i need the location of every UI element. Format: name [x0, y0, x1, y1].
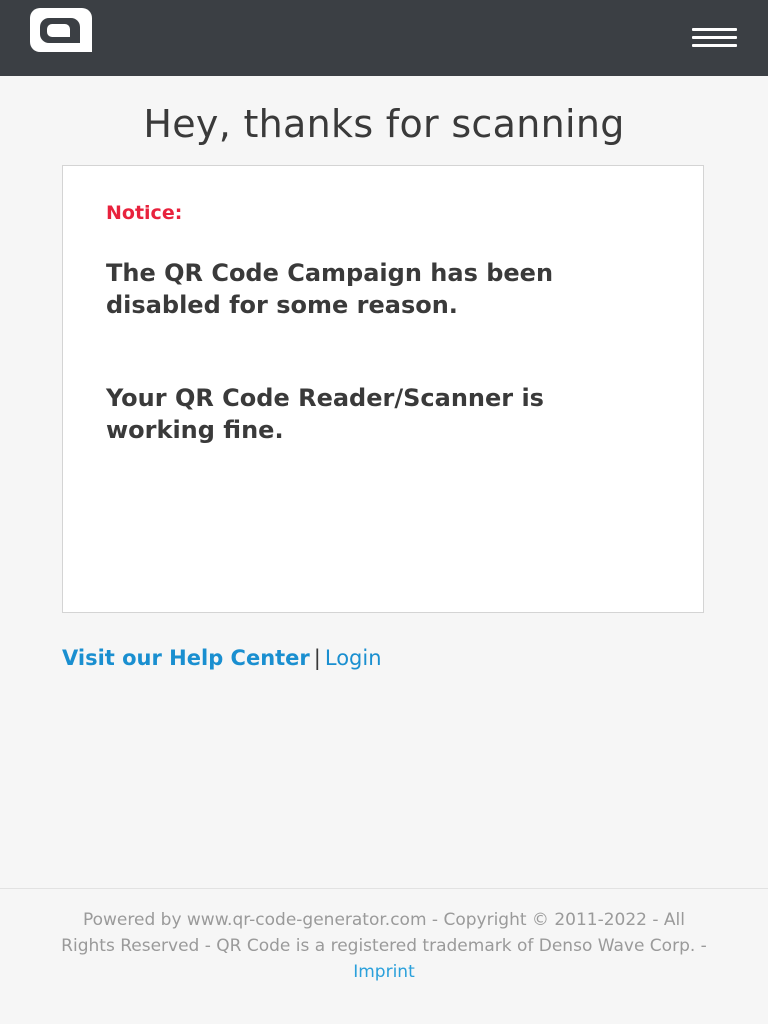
scanner-working-message: Your QR Code Reader/Scanner is working f…: [106, 384, 544, 444]
footer-divider: [0, 888, 768, 889]
menu-line: [692, 44, 737, 47]
notice-card: Notice: The QR Code Campaign has been di…: [62, 165, 704, 613]
help-links: Visit our Help Center | Login: [62, 646, 382, 670]
link-separator: |: [313, 646, 321, 670]
imprint-link[interactable]: Imprint: [353, 962, 415, 982]
campaign-disabled-message: The QR Code Campaign has been disabled f…: [106, 259, 554, 319]
top-navigation-bar: [0, 0, 768, 76]
menu-line: [692, 36, 737, 39]
page-title: Hey, thanks for scanning: [143, 102, 625, 146]
notice-label: Notice:: [106, 202, 183, 224]
login-link[interactable]: Login: [325, 646, 382, 670]
menu-line: [692, 28, 737, 31]
footer-copyright: Powered by www.qr-code-generator.com - C…: [60, 907, 708, 985]
brand-logo-icon[interactable]: [30, 8, 92, 52]
help-center-link[interactable]: Visit our Help Center: [62, 646, 310, 670]
hamburger-menu-icon[interactable]: [684, 22, 744, 54]
footer-copyright-text: Powered by www.qr-code-generator.com - C…: [61, 910, 707, 956]
